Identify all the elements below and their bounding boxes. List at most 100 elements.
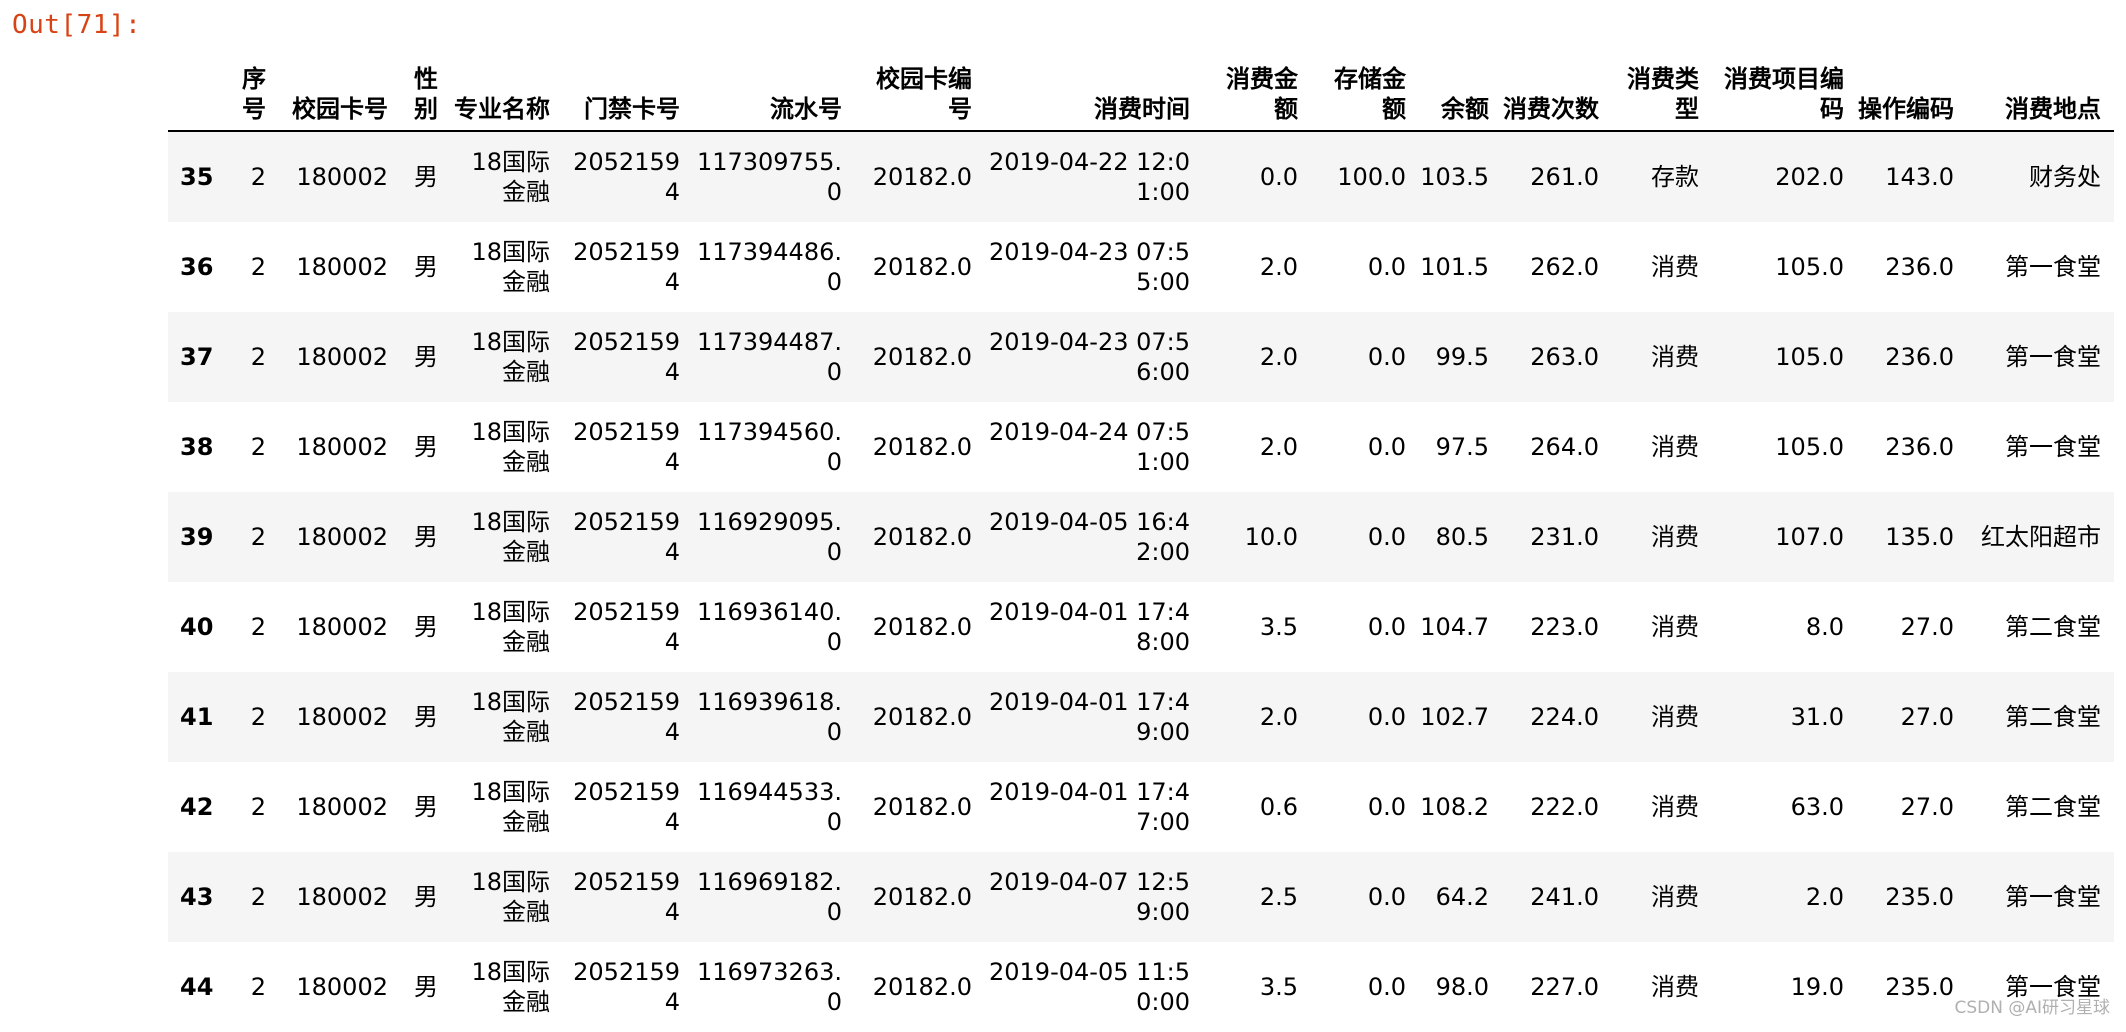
table-cell: 男	[414, 163, 438, 191]
table-row: 35 2 180002 男 18国际金融 20521594 117309755.…	[168, 131, 2114, 222]
table-cell: 20182.0	[872, 343, 972, 371]
table-cell: 0.0	[1367, 973, 1406, 1001]
table-row: 37 2 180002 男 18国际金融 20521594 117394487.…	[168, 312, 2114, 402]
table-cell: 236.0	[1885, 253, 1954, 281]
table-cell: 117309755.0	[696, 148, 842, 206]
dataframe-table: 序号 校园卡号 性别 专业名称 门禁卡号 流水号 校园卡编号 消费时间 消费金额…	[168, 40, 2114, 1032]
column-header: 消费金额	[1203, 40, 1311, 132]
table-cell: 20521594	[573, 238, 680, 296]
table-cell: 20521594	[573, 958, 680, 1016]
table-cell: 20521594	[573, 148, 680, 206]
table-cell: 263.0	[1530, 343, 1599, 371]
table-cell: 2019-04-23 07:56:00	[989, 328, 1190, 386]
table-cell: 231.0	[1530, 523, 1599, 551]
table-cell: 116939618.0	[696, 688, 842, 746]
row-index: 43	[180, 883, 214, 911]
table-cell: 第一食堂	[2005, 973, 2101, 1001]
table-cell: 2.0	[1259, 253, 1298, 281]
table-cell: 105.0	[1775, 253, 1844, 281]
table-cell: 2.0	[1259, 433, 1298, 461]
table-cell: 2019-04-05 11:50:00	[989, 958, 1190, 1016]
table-cell: 31.0	[1790, 703, 1844, 731]
table-cell: 20182.0	[872, 163, 972, 191]
table-cell: 135.0	[1885, 523, 1954, 551]
table-cell: 消费	[1651, 973, 1699, 1001]
table-cell: 180002	[296, 163, 388, 191]
table-cell: 0.6	[1259, 793, 1298, 821]
table-cell: 103.5	[1420, 163, 1489, 191]
table-cell: 223.0	[1530, 613, 1599, 641]
column-header	[168, 40, 234, 132]
table-cell: 2.0	[1259, 343, 1298, 371]
table-cell: 18国际金融	[471, 508, 550, 566]
table-cell: 180002	[296, 433, 388, 461]
table-row: 41 2 180002 男 18国际金融 20521594 116939618.…	[168, 672, 2114, 762]
column-header: 性别	[401, 40, 451, 132]
table-cell: 存款	[1651, 163, 1699, 191]
table-cell: 8.0	[1805, 613, 1844, 641]
table-cell: 消费	[1651, 343, 1699, 371]
table-row: 39 2 180002 男 18国际金融 20521594 116929095.…	[168, 492, 2114, 582]
table-cell: 消费	[1651, 613, 1699, 641]
dataframe-output: 序号 校园卡号 性别 专业名称 门禁卡号 流水号 校园卡编号 消费时间 消费金额…	[168, 40, 2114, 1032]
table-cell: 3.5	[1259, 613, 1298, 641]
table-cell: 20182.0	[872, 883, 972, 911]
table-cell: 180002	[296, 883, 388, 911]
table-cell: 18国际金融	[471, 328, 550, 386]
table-cell: 20521594	[573, 508, 680, 566]
row-index: 41	[180, 703, 214, 731]
column-header: 消费次数	[1502, 40, 1612, 132]
table-cell: 102.7	[1420, 703, 1489, 731]
table-cell: 18国际金融	[471, 778, 550, 836]
table-cell: 180002	[296, 793, 388, 821]
table-cell: 2019-04-22 12:01:00	[989, 148, 1190, 206]
table-cell: 第二食堂	[2005, 793, 2101, 821]
table-cell: 消费	[1651, 523, 1699, 551]
table-cell: 10.0	[1244, 523, 1298, 551]
table-cell: 第一食堂	[2005, 343, 2101, 371]
table-cell: 80.5	[1435, 523, 1489, 551]
table-cell: 2	[250, 883, 266, 911]
table-cell: 224.0	[1530, 703, 1599, 731]
table-cell: 27.0	[1900, 613, 1954, 641]
table-cell: 0.0	[1367, 703, 1406, 731]
table-cell: 男	[414, 253, 438, 281]
table-cell: 2.0	[1259, 703, 1298, 731]
table-cell: 消费	[1651, 793, 1699, 821]
table-cell: 18国际金融	[471, 598, 550, 656]
table-cell: 第一食堂	[2005, 433, 2101, 461]
table-cell: 180002	[296, 703, 388, 731]
table-cell: 0.0	[1367, 523, 1406, 551]
table-cell: 男	[414, 703, 438, 731]
table-cell: 264.0	[1530, 433, 1599, 461]
table-cell: 20182.0	[872, 523, 972, 551]
table-cell: 2019-04-24 07:51:00	[989, 418, 1190, 476]
table-cell: 0.0	[1367, 253, 1406, 281]
table-cell: 19.0	[1790, 973, 1844, 1001]
column-header: 校园卡编号	[855, 40, 985, 132]
table-cell: 236.0	[1885, 343, 1954, 371]
table-cell: 2	[250, 793, 266, 821]
table-row: 38 2 180002 男 18国际金融 20521594 117394560.…	[168, 402, 2114, 492]
table-cell: 20182.0	[872, 433, 972, 461]
column-header: 校园卡号	[279, 40, 401, 132]
table-cell: 2	[250, 973, 266, 1001]
column-header: 序号	[234, 40, 279, 132]
row-index: 39	[180, 523, 214, 551]
table-cell: 18国际金融	[471, 688, 550, 746]
table-cell: 消费	[1651, 703, 1699, 731]
table-cell: 101.5	[1420, 253, 1489, 281]
table-cell: 0.0	[1367, 343, 1406, 371]
table-cell: 235.0	[1885, 883, 1954, 911]
table-cell: 107.0	[1775, 523, 1844, 551]
column-header: 消费类型	[1612, 40, 1712, 132]
table-cell: 241.0	[1530, 883, 1599, 911]
table-cell: 0.0	[1367, 613, 1406, 641]
table-cell: 18国际金融	[471, 238, 550, 296]
row-index: 42	[180, 793, 214, 821]
table-cell: 98.0	[1435, 973, 1489, 1001]
table-cell: 2	[250, 523, 266, 551]
column-header: 存储金额	[1311, 40, 1419, 132]
table-cell: 消费	[1651, 433, 1699, 461]
column-header: 消费时间	[985, 40, 1203, 132]
